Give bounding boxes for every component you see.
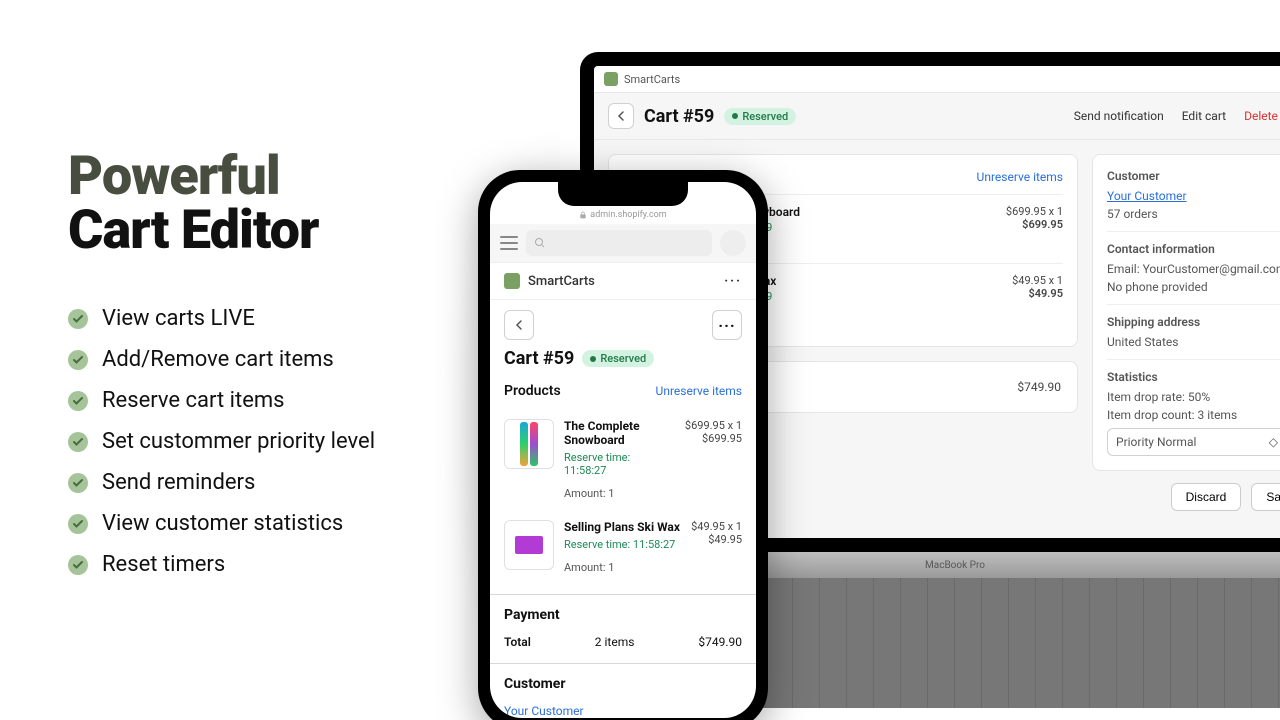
customer-orders: 57 orders xyxy=(1107,207,1280,221)
headline-line-1: Powerful xyxy=(68,150,468,204)
customer-name-link[interactable]: Your Customer xyxy=(1107,189,1187,203)
back-button[interactable] xyxy=(608,103,634,129)
app-name: SmartCarts xyxy=(528,274,595,289)
product-name: The Complete Snowboard xyxy=(564,419,675,447)
contact-heading: Contact information xyxy=(1107,242,1280,256)
line-price: $49.95 xyxy=(691,533,742,546)
product-thumbnail xyxy=(504,520,554,570)
send-notification-button[interactable]: Send notification xyxy=(1074,109,1164,123)
feature-item: Send reminders xyxy=(68,470,468,495)
drop-rate: Item drop rate: 50% xyxy=(1107,390,1280,404)
total-amount: $749.90 xyxy=(698,635,742,649)
feature-item: Add/Remove cart items xyxy=(68,347,468,372)
unit-price: $699.95 x 1 xyxy=(1006,205,1063,218)
feature-list: View carts LIVE Add/Remove cart items Re… xyxy=(68,306,468,577)
check-icon xyxy=(68,309,88,329)
customer-heading: Customer xyxy=(504,676,742,692)
unreserve-items-link[interactable]: Unreserve items xyxy=(977,170,1063,184)
edit-cart-button[interactable]: Edit cart xyxy=(1182,109,1226,123)
desktop-appbar: SmartCarts xyxy=(594,66,1280,93)
customer-heading: Customer xyxy=(1107,169,1280,183)
customer-phone: No phone provided xyxy=(1107,280,1280,294)
product-amount: Amount: 1 xyxy=(564,487,675,500)
avatar[interactable] xyxy=(720,230,746,256)
search-icon xyxy=(534,237,546,249)
priority-select[interactable]: Priority Normal ◇ xyxy=(1107,428,1280,456)
unreserve-items-link[interactable]: Unreserve items xyxy=(656,384,742,398)
total-items: 2 items xyxy=(595,635,635,649)
check-icon xyxy=(68,514,88,534)
phone-mockup: admin.shopify.com SmartCarts ··· ··· xyxy=(478,170,768,720)
headline-line-2: Cart Editor xyxy=(68,204,468,258)
back-button[interactable] xyxy=(504,310,534,340)
line-price: $699.95 xyxy=(685,432,742,445)
delete-cart-button[interactable]: Delete cart xyxy=(1244,109,1280,123)
product-name: Selling Plans Ski Wax xyxy=(564,520,681,534)
shipping-heading: Shipping address xyxy=(1107,315,1280,329)
status-badge: Reserved xyxy=(724,108,796,125)
search-input[interactable] xyxy=(526,230,712,256)
more-actions-button[interactable]: ··· xyxy=(712,310,742,340)
unit-price: $699.95 x 1 xyxy=(685,419,742,432)
line-price: $699.95 xyxy=(1006,218,1063,231)
product-row: The Complete Snowboard Reserve time: 11:… xyxy=(504,409,742,510)
status-badge: Reserved xyxy=(582,350,654,367)
payment-heading: Payment xyxy=(504,607,742,623)
page-title: Cart #59 xyxy=(644,106,714,127)
product-row: Selling Plans Ski Wax Reserve time: 11:5… xyxy=(504,510,742,584)
check-icon xyxy=(68,555,88,575)
app-logo-icon xyxy=(604,72,618,86)
feature-item: Reserve cart items xyxy=(68,388,468,413)
feature-item: View customer statistics xyxy=(68,511,468,536)
customer-card: Customer Your Customer 57 orders Contact… xyxy=(1092,154,1280,471)
customer-name-link[interactable]: Your Customer xyxy=(504,704,742,718)
shipping-country: United States xyxy=(1107,335,1280,349)
feature-item: View carts LIVE xyxy=(68,306,468,331)
statistics-heading: Statistics xyxy=(1107,370,1280,384)
products-heading: Products xyxy=(504,383,561,399)
feature-item: Reset timers xyxy=(68,552,468,577)
feature-item: Set custommer priority level xyxy=(68,429,468,454)
reserve-time: Reserve time: 11:58:27 xyxy=(564,451,675,477)
unit-price: $49.95 x 1 xyxy=(1012,274,1063,287)
customer-email: Email: YourCustomer@gmail.com xyxy=(1107,262,1280,276)
save-button[interactable]: Sav xyxy=(1251,483,1280,511)
lock-icon xyxy=(579,211,587,219)
total-label: Total xyxy=(504,635,531,649)
marketing-copy: Powerful Cart Editor View carts LIVE Add… xyxy=(68,150,468,593)
total-amount: $749.90 xyxy=(1017,380,1061,394)
app-logo-icon xyxy=(504,273,520,289)
product-amount: Amount: 1 xyxy=(564,561,681,574)
chevron-updown-icon: ◇ xyxy=(1269,435,1278,449)
page-title: Cart #59 xyxy=(504,348,574,369)
more-button[interactable]: ··· xyxy=(724,274,742,289)
hamburger-menu-icon[interactable] xyxy=(500,236,518,250)
unit-price: $49.95 x 1 xyxy=(691,520,742,533)
product-thumbnail xyxy=(504,419,554,469)
check-icon xyxy=(68,473,88,493)
check-icon xyxy=(68,391,88,411)
headline: Powerful Cart Editor xyxy=(68,150,468,258)
check-icon xyxy=(68,350,88,370)
drop-count: Item drop count: 3 items xyxy=(1107,408,1280,422)
app-name: SmartCarts xyxy=(624,73,680,86)
line-price: $49.95 xyxy=(1012,287,1063,300)
discard-button[interactable]: Discard xyxy=(1171,483,1242,511)
reserve-time: Reserve time: 11:58:27 xyxy=(564,538,681,551)
check-icon xyxy=(68,432,88,452)
